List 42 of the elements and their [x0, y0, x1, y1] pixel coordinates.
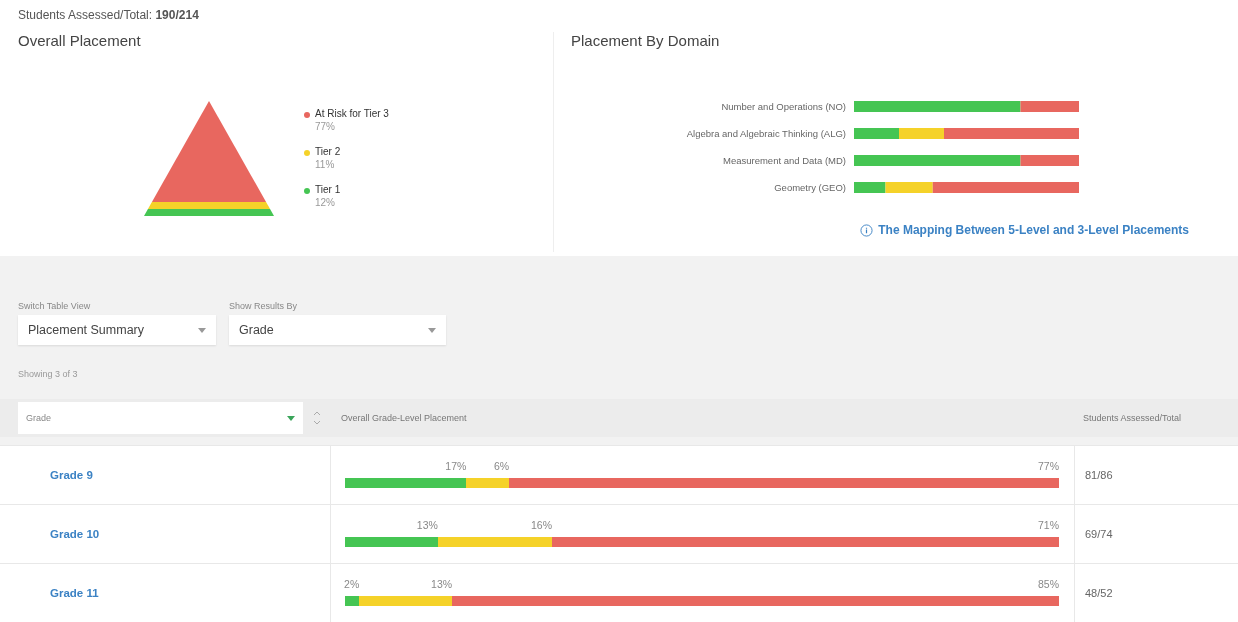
grade-link[interactable]: Grade 9 — [0, 446, 330, 504]
segment-percent: 17% — [445, 460, 467, 472]
legend-label: At Risk for Tier 3 — [315, 108, 389, 119]
mapping-link[interactable]: The Mapping Between 5-Level and 3-Level Placements — [878, 223, 1189, 237]
domain-label: Geometry (GEO) — [773, 182, 846, 193]
grade-link[interactable]: Grade 11 — [0, 564, 330, 622]
domain-label: Measurement and Data (MD) — [721, 155, 846, 166]
segment-percent: 71% — [1038, 519, 1059, 531]
section-title: Overall Placement — [18, 32, 142, 49]
segment-percent: 6% — [494, 460, 510, 472]
legend-percent: 11% — [315, 159, 336, 170]
summary-text: Students Assessed/Total: 190/214 — [18, 8, 200, 22]
control-label: Switch Table View — [18, 301, 92, 311]
legend-percent: 12% — [315, 197, 336, 208]
section-title: Placement By Domain — [571, 32, 721, 49]
grade-link[interactable]: Grade 10 — [0, 505, 330, 563]
domain-label: Number and Operations (NO) — [720, 101, 846, 112]
column-header: Overall Grade-Level Placement — [341, 413, 468, 423]
caret-icon — [428, 327, 436, 333]
legend-label: Tier 1 — [315, 184, 341, 195]
legend-label: Tier 2 — [315, 146, 341, 157]
column-header: Students Assessed/Total — [1083, 413, 1182, 423]
info-icon — [860, 223, 874, 237]
segment-percent: 13% — [431, 578, 453, 590]
segment-percent: 13% — [416, 519, 438, 531]
showing-count: Showing 3 of 3 — [17, 368, 79, 381]
sort-select[interactable]: Grade — [18, 402, 303, 434]
table-cell-text: 48/52 — [1084, 586, 1114, 601]
legend-percent: 77% — [315, 121, 336, 132]
table-cell-text: 69/74 — [1084, 527, 1114, 542]
domain-label: Algebra and Algebraic Thinking (ALG) — [685, 128, 846, 139]
dropdown-select[interactable]: Grade — [229, 315, 446, 345]
table-cell-text: 81/86 — [1084, 468, 1114, 483]
caret-icon — [287, 415, 295, 421]
dropdown-select[interactable]: Placement Summary — [18, 315, 216, 345]
segment-percent: 2% — [344, 578, 360, 590]
segment-percent: 85% — [1038, 578, 1059, 590]
segment-percent: 77% — [1038, 460, 1059, 472]
sort-icon[interactable] — [313, 410, 321, 426]
segment-percent: 16% — [531, 519, 553, 531]
control-label: Show Results By — [229, 301, 299, 311]
caret-icon — [198, 327, 206, 333]
